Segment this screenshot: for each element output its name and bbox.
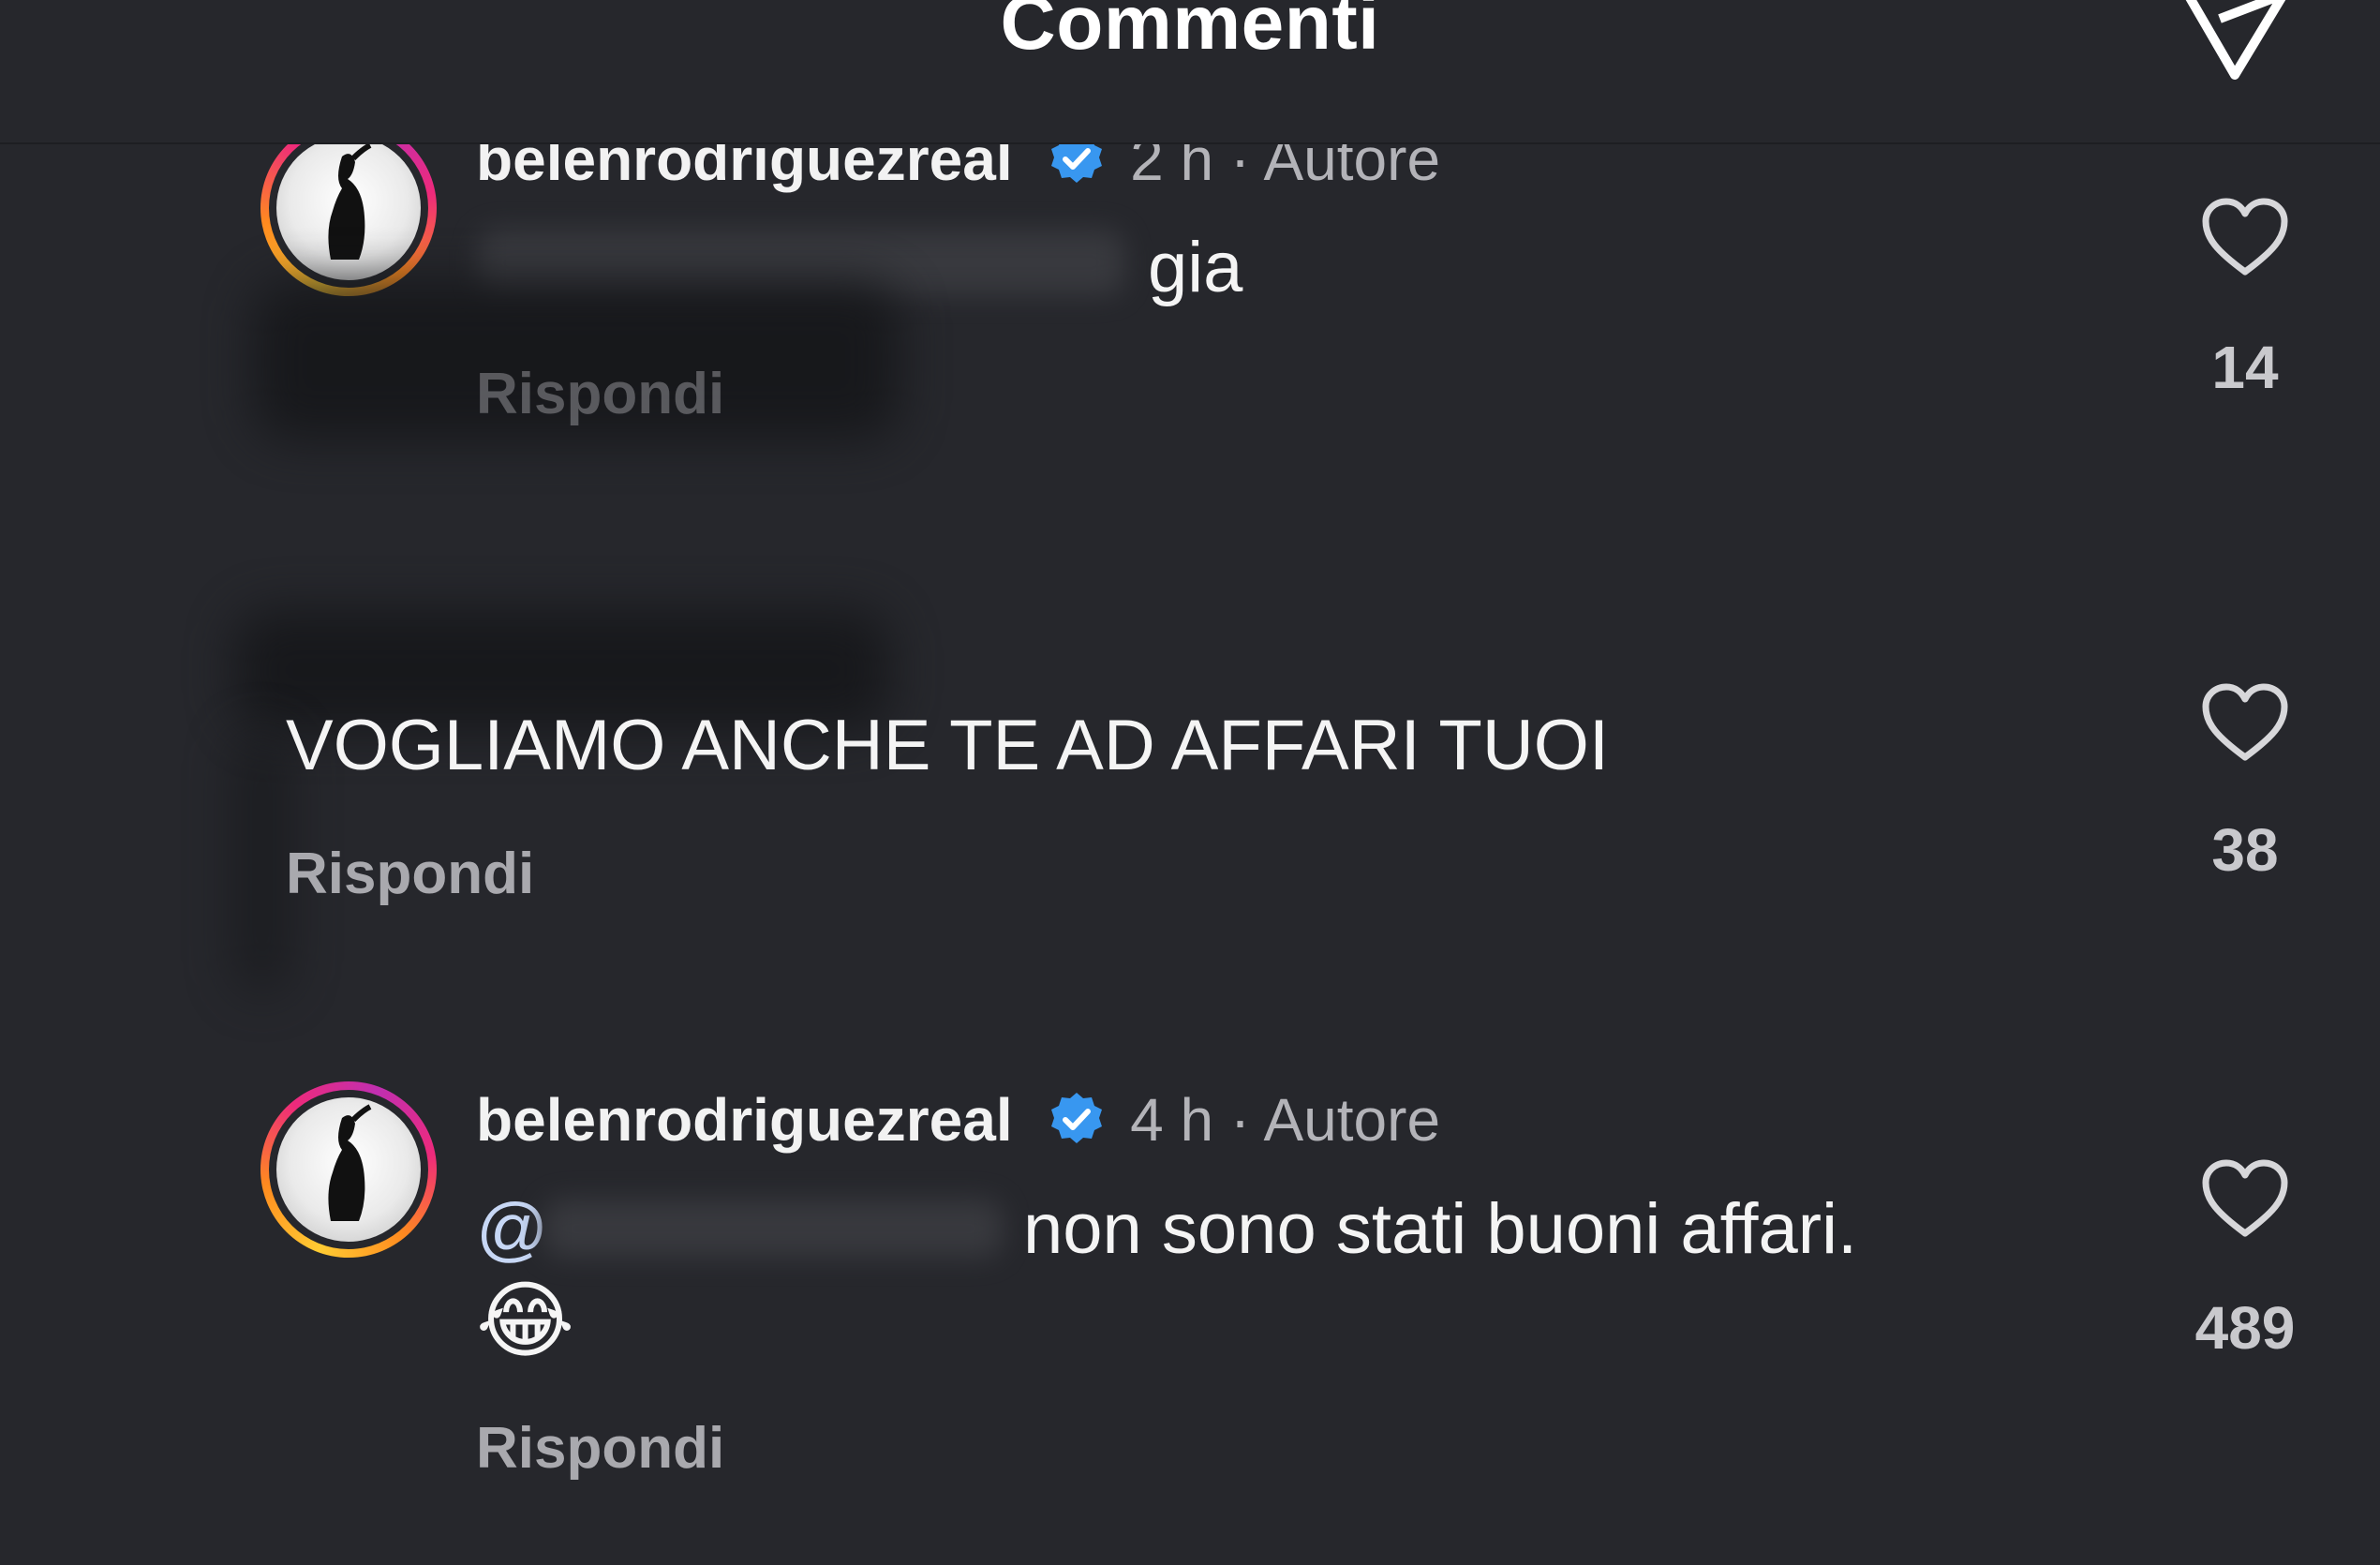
- heart-icon[interactable]: [2200, 1158, 2290, 1239]
- comments-header: Commenti: [0, 0, 2380, 144]
- separator-dot: ·: [1229, 1086, 1251, 1154]
- avatar[interactable]: [260, 120, 437, 296]
- blur-overlay: [234, 731, 290, 993]
- laughing-emoji: 😂: [476, 1274, 575, 1368]
- header-title: Commenti: [1000, 0, 1380, 66]
- username[interactable]: belenrodriguezreal: [476, 1086, 1013, 1154]
- avatar-silhouette-icon: [328, 1104, 372, 1221]
- verified-badge-icon: [1051, 1093, 1103, 1143]
- author-label: Autore: [1263, 1086, 1441, 1154]
- mention-prefix[interactable]: @: [476, 1185, 548, 1274]
- reply-button[interactable]: Rispondi: [286, 841, 534, 907]
- like-count: 38: [2211, 816, 2279, 884]
- like-count: 489: [2194, 1294, 2296, 1362]
- send-paper-plane-icon[interactable]: [2179, 0, 2291, 84]
- avatar[interactable]: [260, 1081, 437, 1258]
- reply-button[interactable]: Rispondi: [476, 1415, 724, 1482]
- comment-meta: belenrodriguezreal 4 h · Autore: [476, 1082, 1440, 1157]
- comment-time: 4 h: [1130, 1086, 1214, 1154]
- heart-icon[interactable]: [2200, 197, 2290, 277]
- comment-text: gia: [1148, 228, 1243, 307]
- avatar-silhouette-icon: [328, 142, 372, 260]
- comment-text: VOGLIAMO ANCHE TE AD AFFARI TUOI: [286, 706, 1609, 785]
- comments-screen: Commenti belenrodriguezreal 2 h · Autore…: [0, 0, 2380, 1565]
- redacted-mention: [543, 1200, 1003, 1258]
- comment-text: non sono stati buoni affari.: [1023, 1189, 1858, 1269]
- heart-icon[interactable]: [2200, 682, 2290, 763]
- like-count: 14: [2211, 334, 2279, 401]
- reply-button[interactable]: Rispondi: [476, 361, 724, 427]
